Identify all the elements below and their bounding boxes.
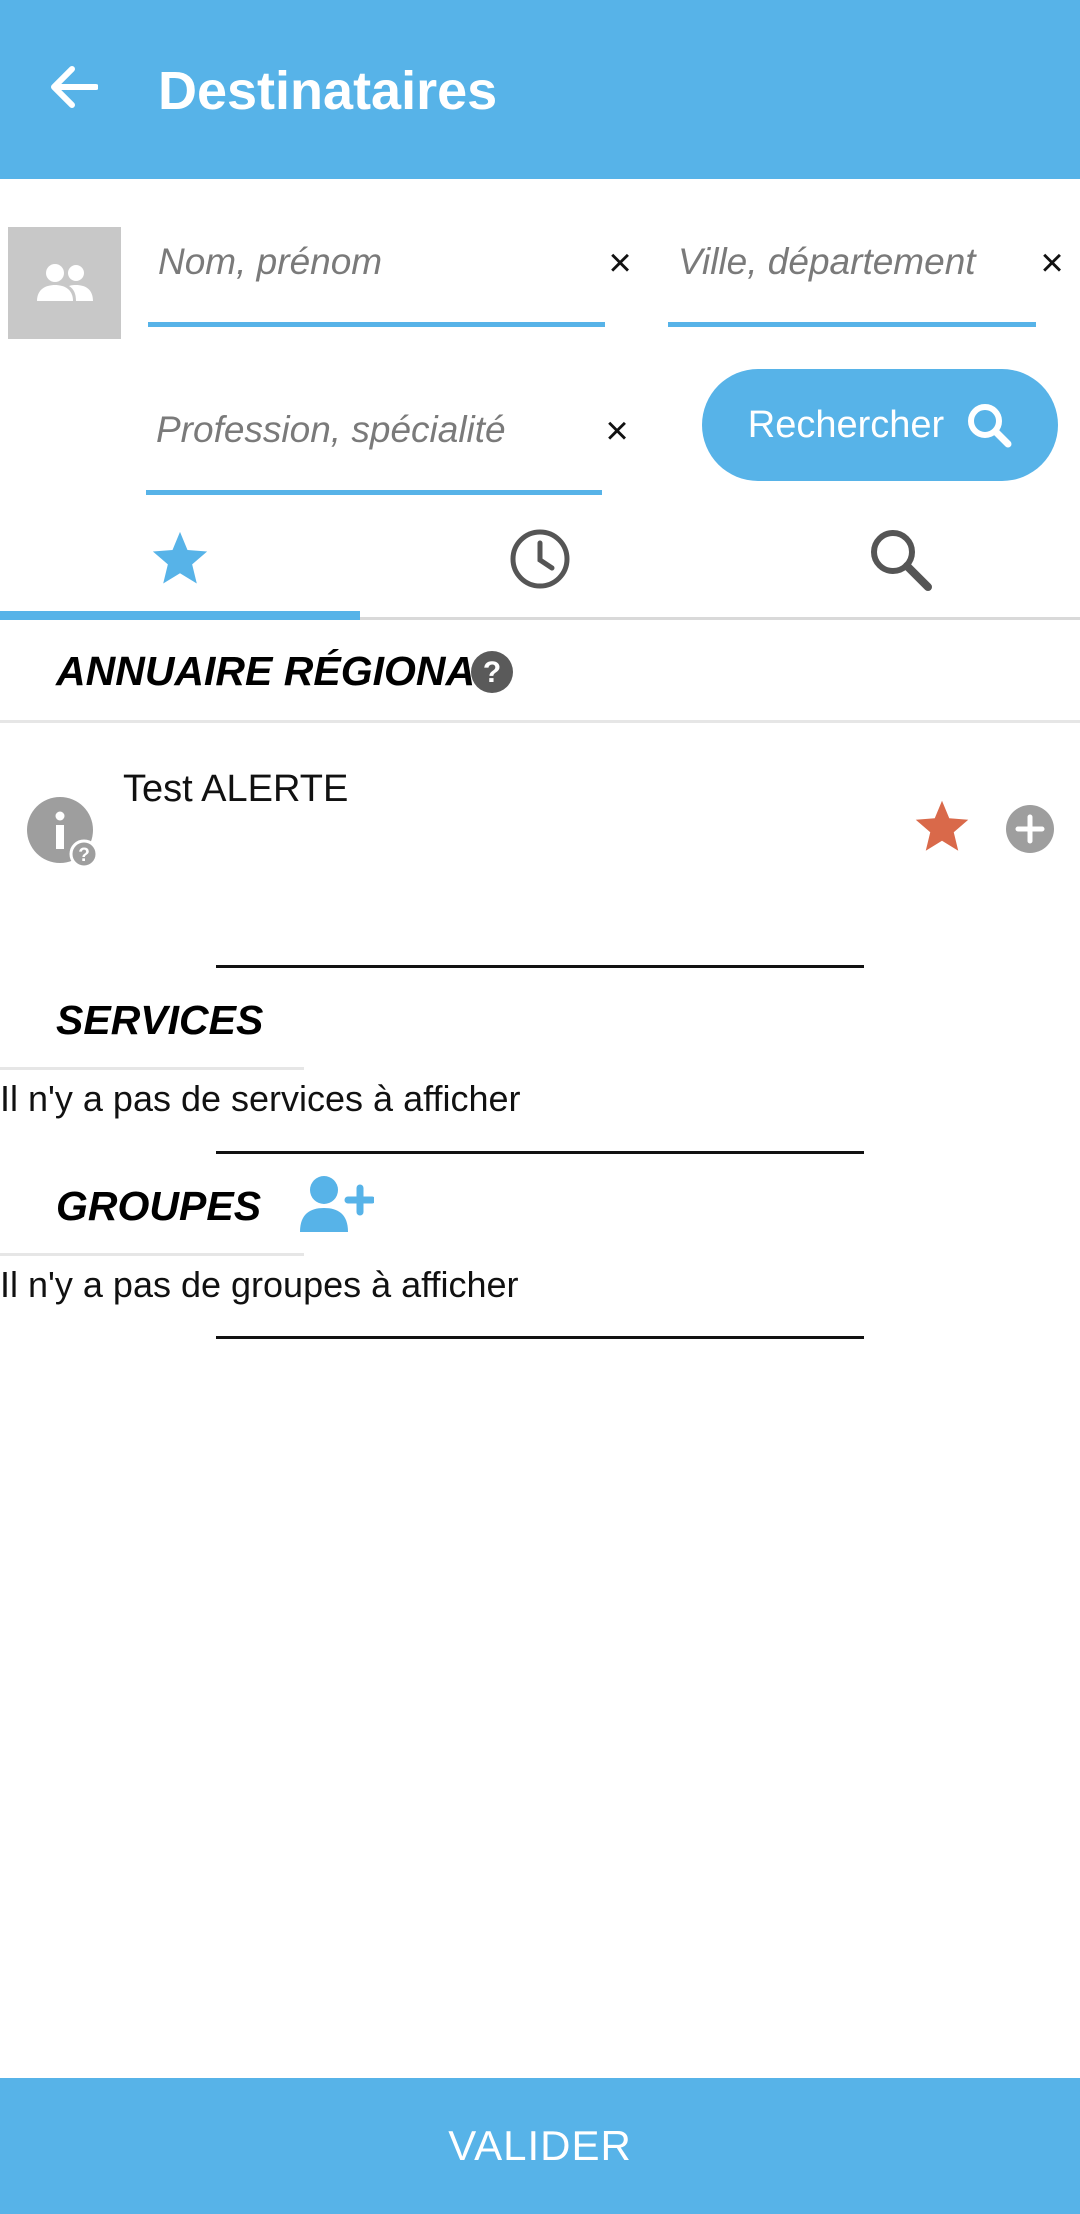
section-divider [0,720,1080,723]
city-input[interactable] [678,241,1046,283]
star-icon [152,531,208,584]
arrow-left-icon [51,66,98,108]
validate-button[interactable]: VALIDER [0,2078,1080,2214]
app-bar: Destinataires [0,0,1080,179]
search-button[interactable]: Rechercher [702,369,1058,481]
separator-line [216,965,864,968]
svg-text:?: ? [78,845,90,866]
star-icon [915,800,969,851]
people-icon [36,264,93,301]
add-contact-button[interactable] [1005,804,1055,854]
tab-search[interactable] [720,500,1080,617]
annuaire-heading: ANNUAIRE RÉGIONAL [56,648,501,694]
active-tab-indicator [0,611,360,620]
name-input[interactable] [158,241,615,283]
search-button-label: Rechercher [747,403,945,446]
page-title: Destinataires [158,61,498,121]
separator-line [216,1336,864,1339]
city-field [668,227,1046,327]
contact-name: Test ALERTE [123,768,349,810]
favorite-toggle[interactable] [912,798,972,856]
contact-info-button[interactable]: ? [26,796,98,868]
validate-label: VALIDER [448,2122,632,2169]
separator-line [216,1151,864,1154]
clear-name-button[interactable]: × [598,241,642,285]
tab-favorites[interactable] [0,500,360,620]
help-circle-icon: ? [471,651,513,693]
user-plus-icon [300,1176,374,1232]
add-group-button[interactable] [298,1174,374,1234]
close-icon: × [605,408,629,453]
close-icon: × [1040,240,1064,285]
group-avatar [8,227,121,339]
services-empty-text: Il n'y a pas de services à afficher [0,1078,521,1119]
close-icon: × [608,240,632,285]
annuaire-help-button[interactable]: ? [470,650,514,694]
search-icon [871,529,932,591]
profession-input[interactable] [156,409,612,451]
plus-circle-icon [1006,805,1054,853]
section-divider [0,1067,304,1070]
search-icon [968,404,1012,448]
services-heading: SERVICES [56,997,264,1043]
clear-city-button[interactable]: × [1030,241,1074,285]
clear-profession-button[interactable]: × [595,409,639,453]
tab-bar [0,500,1080,620]
profession-field [146,395,612,495]
section-divider [0,1253,304,1256]
groupes-heading: GROUPES [56,1183,262,1229]
info-icon: ? [27,797,98,868]
tab-history[interactable] [360,500,720,617]
clock-icon [510,529,570,588]
svg-text:?: ? [483,656,501,689]
groupes-empty-text: Il n'y a pas de groupes à afficher [0,1264,519,1305]
name-field [148,227,615,327]
back-button[interactable] [40,54,106,120]
